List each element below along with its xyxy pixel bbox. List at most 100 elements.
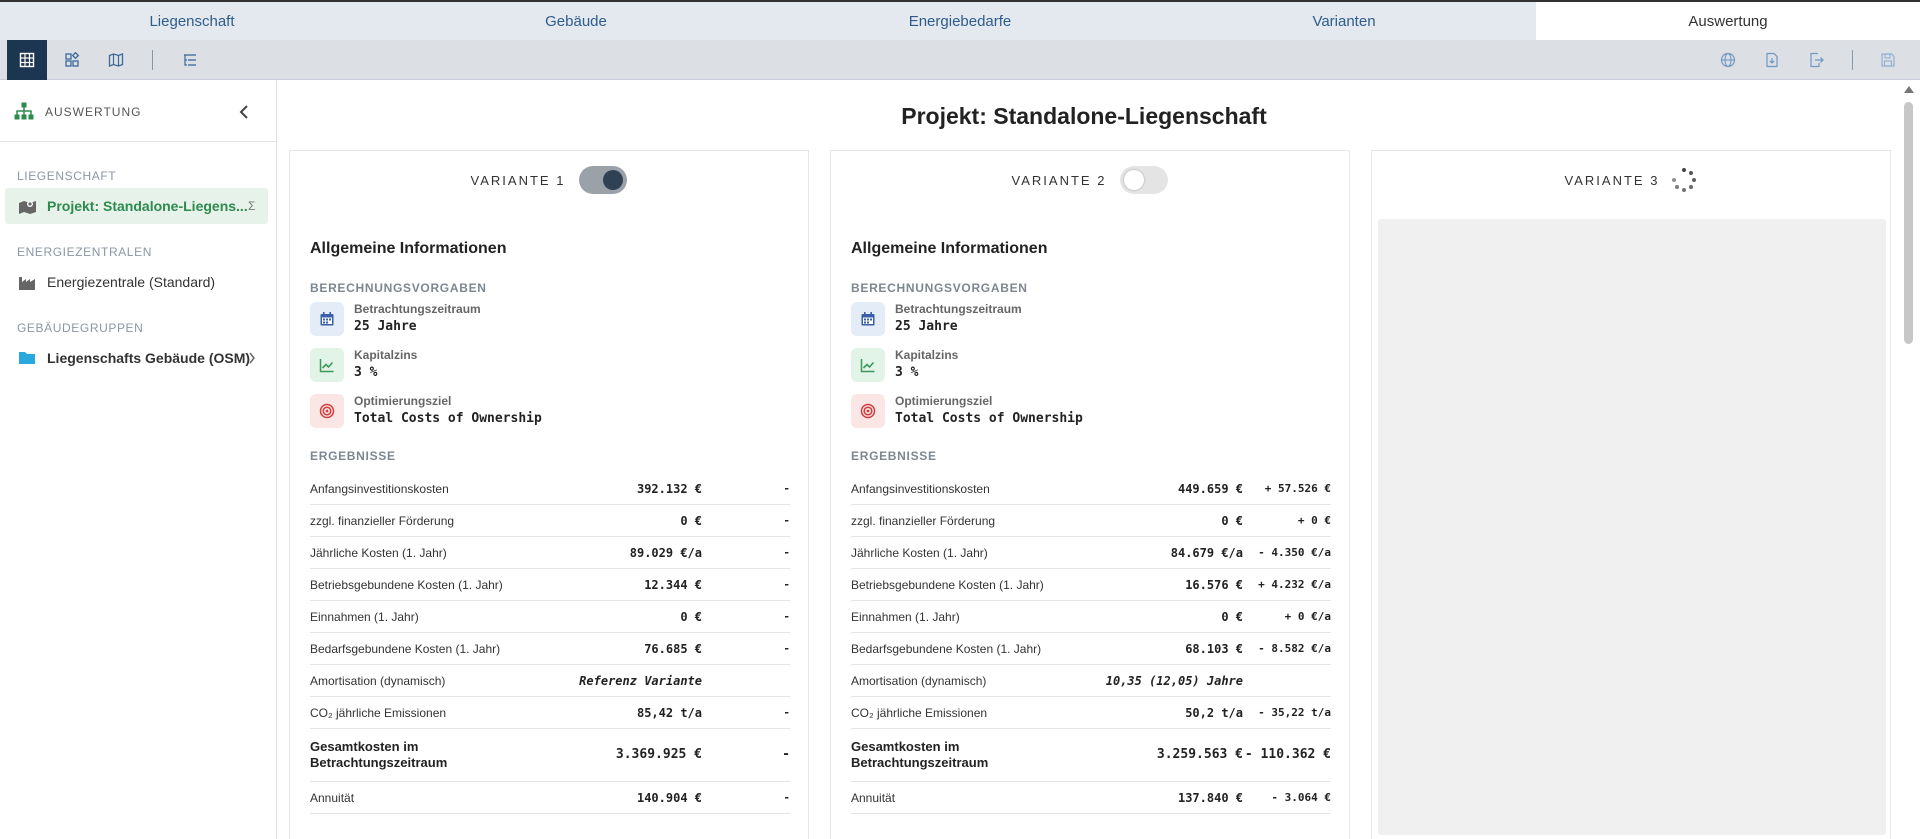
result-diff: - [782, 747, 790, 762]
target-icon [310, 394, 344, 428]
calendar-icon [851, 302, 885, 336]
result-label: Bedarfsgebundene Kosten (1. Jahr) [310, 642, 501, 656]
map-view-button[interactable] [96, 40, 136, 80]
sidebar-section-gebaeudegruppen: GEBÄUDEGRUPPEN [17, 321, 144, 335]
table-row: zzgl. finanzieller Förderung 0 € + 0 € [851, 505, 1331, 537]
sidebar-item-project[interactable]: Projekt: Standalone-Liegens... Σ [5, 188, 268, 224]
result-label: zzgl. finanzieller Förderung [851, 514, 996, 528]
param-label: Optimierungsziel [895, 394, 993, 408]
chevron-right-icon[interactable] [248, 352, 256, 364]
sum-icon: Σ [248, 199, 256, 213]
table-row: Einnahmen (1. Jahr) 0 € + 0 €/a [851, 601, 1331, 633]
variant-card-3: VARIANTE 3 [1371, 150, 1891, 839]
scrollbar-thumb[interactable] [1904, 102, 1913, 344]
sidebar-item-gebaeudegruppe-label: Liegenschafts Gebäude (OSM) [47, 350, 251, 366]
tree-list-button[interactable] [170, 40, 210, 80]
result-diff: - 3.064 € [1271, 791, 1331, 804]
toolbar-separator-right [1852, 50, 1853, 70]
result-value: 10,35 (12,05) Jahre [1105, 674, 1243, 688]
language-button[interactable] [1708, 40, 1748, 80]
table-row: Anfangsinvestitionskosten 392.132 € - [310, 473, 790, 505]
save-icon [1881, 53, 1895, 67]
result-label: Betriebsgebundene Kosten (1. Jahr) [851, 578, 1044, 592]
table-row: Anfangsinvestitionskosten 449.659 € + 57.5… [851, 473, 1331, 505]
tab-auswertung[interactable]: Auswertung [1536, 2, 1920, 40]
result-value: 3.369.925 € [615, 747, 702, 762]
params-section-title: BERECHNUNGSVORGABEN [851, 281, 1028, 295]
variant-label: VARIANTE 1 [470, 172, 566, 188]
calendar-icon [310, 302, 344, 336]
result-diff: - 110.362 € [1244, 747, 1331, 762]
sidebar-item-gebaeudegruppe[interactable]: Liegenschafts Gebäude (OSM) [5, 340, 268, 376]
sidebar-header: AUSWERTUNG [0, 80, 276, 142]
import-button[interactable] [1752, 40, 1792, 80]
table-row: Gesamtkosten im Betrachtungszeitraum 3.36… [310, 729, 790, 782]
result-label: Einnahmen (1. Jahr) [310, 610, 419, 624]
variant-toggle[interactable] [1120, 166, 1169, 194]
tab-varianten[interactable]: Varianten [1152, 2, 1536, 40]
result-diff: - [783, 791, 790, 804]
results-section-title: ERGEBNISSE [851, 449, 937, 463]
target-icon [851, 394, 885, 428]
param-interest: Kapitalzins 3 % [851, 345, 1331, 385]
sidebar-section-liegenschaft: LIEGENSCHAFT [17, 169, 117, 183]
main-scrollbar[interactable] [1897, 80, 1920, 839]
result-diff: - [783, 546, 790, 559]
tab-gebaeude[interactable]: Gebäude [384, 2, 768, 40]
result-diff: + 4.232 €/a [1258, 578, 1331, 591]
file-import-icon [1766, 52, 1778, 68]
result-value: 137.840 € [1177, 791, 1243, 805]
param-period: Betrachtungszeitraum 25 Jahre [310, 299, 790, 339]
trending-up-icon [851, 348, 885, 382]
variant-header: VARIANTE 3 [1372, 165, 1890, 195]
param-value: 3 % [895, 365, 919, 380]
table-row: Betriebsgebundene Kosten (1. Jahr) 16.576… [851, 569, 1331, 601]
result-value: Referenz Variante [579, 674, 702, 688]
param-label: Kapitalzins [354, 348, 418, 362]
result-label: Betriebsgebundene Kosten (1. Jahr) [310, 578, 503, 592]
globe-icon [1720, 52, 1736, 68]
sidebar-item-energiezentrale-label: Energiezentrale (Standard) [47, 274, 216, 290]
result-value: 50,2 t/a [1185, 706, 1243, 720]
result-label: Annuität [310, 791, 355, 805]
param-label: Kapitalzins [895, 348, 959, 362]
widgets-icon [65, 52, 80, 67]
param-label: Betrachtungszeitraum [895, 302, 1022, 316]
table-view-button[interactable] [7, 40, 47, 80]
loading-spinner-icon [1671, 167, 1697, 193]
collapse-sidebar-icon[interactable] [238, 104, 250, 120]
table-icon [19, 52, 35, 68]
export-button[interactable] [1796, 40, 1836, 80]
result-label: Amortisation (dynamisch) [851, 674, 987, 688]
sidebar-item-energiezentrale[interactable]: Energiezentrale (Standard) [5, 264, 268, 300]
result-diff: - 4.350 €/a [1258, 546, 1331, 559]
table-row: Bedarfsgebundene Kosten (1. Jahr) 76.685 … [310, 633, 790, 665]
param-value: Total Costs of Ownership [354, 411, 542, 426]
result-label: Bedarfsgebundene Kosten (1. Jahr) [851, 642, 1042, 656]
variant-label: VARIANTE 3 [1564, 172, 1660, 188]
param-target: Optimierungsziel Total Costs of Ownershi… [310, 391, 790, 431]
scroll-up-icon[interactable] [1904, 86, 1914, 93]
param-target: Optimierungsziel Total Costs of Ownershi… [851, 391, 1331, 431]
result-value: 85,42 t/a [636, 706, 702, 720]
result-label: Jährliche Kosten (1. Jahr) [310, 546, 447, 560]
results-table: Anfangsinvestitionskosten 392.132 € - zzgl… [310, 473, 790, 814]
result-value: 0 € [1221, 514, 1243, 528]
result-diff: - [783, 706, 790, 719]
tab-liegenschaft[interactable]: Liegenschaft [0, 2, 384, 40]
result-diff: - [783, 642, 790, 655]
general-info-title: Allgemeine Informationen [310, 240, 507, 257]
table-row: Annuität 137.840 € - 3.064 € [851, 782, 1331, 814]
save-button[interactable] [1868, 40, 1908, 80]
table-row: Annuität 140.904 € - [310, 782, 790, 814]
widgets-view-button[interactable] [52, 40, 92, 80]
variant-toggle[interactable] [579, 166, 628, 194]
result-diff: - [783, 514, 790, 527]
result-diff: - [783, 610, 790, 623]
sidebar-item-project-label: Projekt: Standalone-Liegens... [47, 198, 248, 214]
variant-label: VARIANTE 2 [1011, 172, 1107, 188]
table-row: Amortisation (dynamisch) Referenz Variant… [310, 665, 790, 697]
param-label: Betrachtungszeitraum [354, 302, 481, 316]
result-diff: - [783, 578, 790, 591]
tab-energiebedarfe[interactable]: Energiebedarfe [768, 2, 1152, 40]
